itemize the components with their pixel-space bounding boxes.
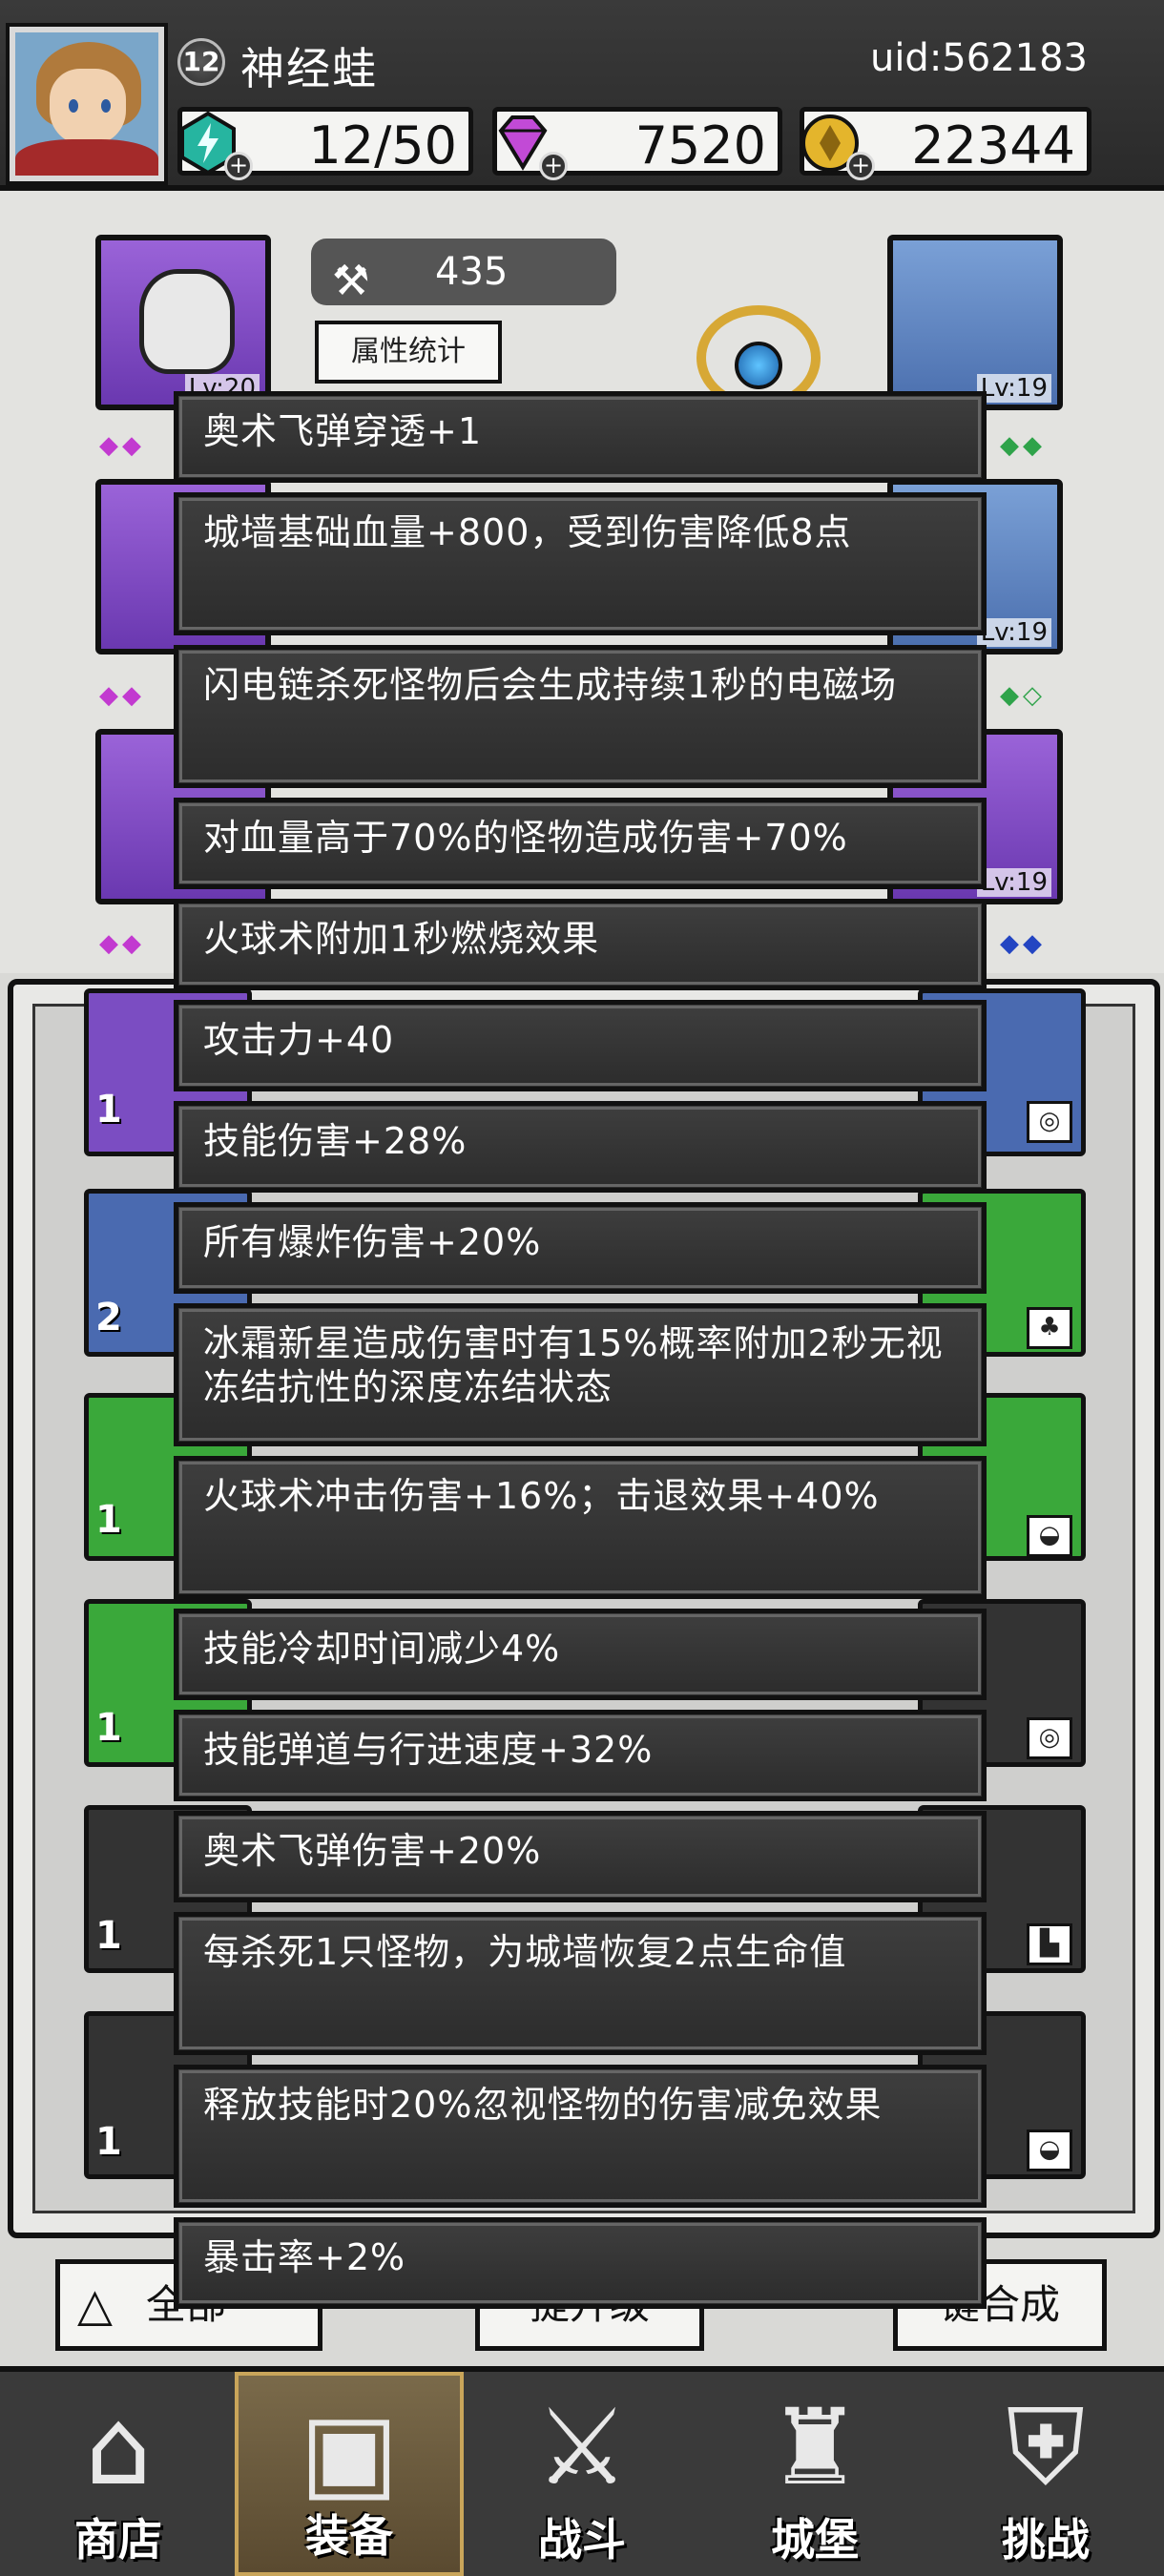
wrench-icon: ⚒ bbox=[332, 257, 370, 305]
tooltip-line: 奥术飞弹伤害+20% bbox=[174, 1811, 987, 1902]
tooltip-line: 闪电链杀死怪物后会生成持续1秒的电磁场 bbox=[174, 645, 987, 788]
item-count: 1 bbox=[95, 2120, 122, 2164]
combat-power-value: 435 bbox=[435, 250, 509, 294]
equip-slot-helmet[interactable]: Lv:20 bbox=[95, 235, 271, 410]
gem-sockets: ◆◆ bbox=[1000, 929, 1046, 958]
top-bar: 12 神经蛙 uid:562183 + 12/50 + 7520 + 22344 bbox=[0, 0, 1164, 191]
add-gems-button[interactable]: + bbox=[539, 152, 568, 180]
tooltip-line: 攻击力+40 bbox=[174, 1000, 987, 1091]
avatar-eye bbox=[101, 99, 111, 113]
armor-type-icon: ♣ bbox=[1027, 1307, 1072, 1349]
slot-level: Lv:19 bbox=[976, 618, 1051, 647]
helmet-icon bbox=[139, 269, 235, 374]
nav-label: 战斗 bbox=[538, 2514, 626, 2566]
backpack-icon: ▣ bbox=[300, 2390, 399, 2512]
item-count: 1 bbox=[95, 1914, 122, 1958]
tooltip-line: 技能弹道与行进速度+32% bbox=[174, 1710, 987, 1801]
ring-type-icon: ◎ bbox=[1027, 1717, 1072, 1759]
nav-castle[interactable]: ♜ 城堡 bbox=[700, 2372, 929, 2576]
player-level-badge: 12 bbox=[177, 38, 225, 86]
gem-sockets: ◆◆ bbox=[99, 929, 145, 958]
gem-sockets: ◆◆ bbox=[99, 431, 145, 460]
gem-counter: + 7520 bbox=[492, 107, 782, 180]
slot-level: Lv:19 bbox=[976, 374, 1051, 403]
tooltip-line: 暴击率+2% bbox=[174, 2217, 987, 2309]
boots-type-icon: ▙ bbox=[1027, 1923, 1072, 1965]
item-count: 2 bbox=[95, 1296, 122, 1340]
item-count: 1 bbox=[95, 1088, 122, 1132]
player-uid: uid:562183 bbox=[869, 36, 1088, 80]
nav-challenge[interactable]: ⛨ 挑战 bbox=[931, 2372, 1160, 2576]
avatar-face bbox=[50, 69, 126, 145]
gem-sockets: ◆◆ bbox=[99, 681, 145, 710]
gem-sockets: ◆◇ bbox=[1000, 681, 1046, 710]
tooltip-line: 每杀死1只怪物，为城墙恢复2点生命值 bbox=[174, 1912, 987, 2055]
shop-icon: ⌂ bbox=[85, 2386, 152, 2508]
energy-counter: + 12/50 bbox=[177, 107, 473, 180]
filter-arrow-icon: △ bbox=[77, 2278, 113, 2332]
tooltip-line: 技能伤害+28% bbox=[174, 1101, 987, 1193]
staff-orb-icon bbox=[735, 342, 782, 389]
tooltip-line: 冰霜新星造成伤害时有15%概率附加2秒无视冻结抗性的深度冻结状态 bbox=[174, 1303, 987, 1446]
swords-icon: ⚔ bbox=[534, 2386, 630, 2508]
add-energy-button[interactable]: + bbox=[224, 152, 253, 180]
nav-battle[interactable]: ⚔ 战斗 bbox=[468, 2372, 696, 2576]
equip-slot-weapon[interactable]: Lv:19 bbox=[887, 235, 1063, 410]
nav-label: 装备 bbox=[305, 2510, 393, 2562]
slot-level: Lv:19 bbox=[976, 868, 1051, 897]
tooltip-line: 释放技能时20%忽视怪物的伤害减免效果 bbox=[174, 2065, 987, 2208]
nav-label: 城堡 bbox=[771, 2514, 859, 2566]
lock-icon: ⛨ bbox=[1006, 2386, 1086, 2508]
player-avatar[interactable] bbox=[6, 23, 168, 185]
player-name: 神经蛙 bbox=[240, 43, 378, 94]
gold-value: 22344 bbox=[911, 115, 1075, 176]
avatar-cloak bbox=[15, 139, 158, 176]
energy-value: 12/50 bbox=[308, 115, 457, 176]
avatar-eye bbox=[69, 99, 78, 113]
tooltip-line: 城墙基础血量+800，受到伤害降低8点 bbox=[174, 492, 987, 635]
tooltip-line: 奥术飞弹穿透+1 bbox=[174, 391, 987, 483]
nav-label: 商店 bbox=[74, 2514, 162, 2566]
tooltip-line: 技能冷却时间减少4% bbox=[174, 1609, 987, 1700]
stats-button[interactable]: 属性统计 bbox=[315, 321, 502, 384]
bottom-nav: ⌂ 商店 ▣ 装备 ⚔ 战斗 ♜ 城堡 ⛨ 挑战 bbox=[0, 2366, 1164, 2576]
helmet-type-icon: ◒ bbox=[1027, 1515, 1072, 1557]
nav-equipment[interactable]: ▣ 装备 bbox=[235, 2372, 464, 2576]
item-count: 1 bbox=[95, 1498, 122, 1542]
tooltip-line: 火球术附加1秒燃烧效果 bbox=[174, 899, 987, 990]
combat-power: ⚒ 435 bbox=[311, 239, 616, 305]
helmet-type-icon: ◒ bbox=[1027, 2129, 1072, 2171]
item-count: 1 bbox=[95, 1706, 122, 1750]
gem-value: 7520 bbox=[634, 115, 766, 176]
nav-label: 挑战 bbox=[1002, 2514, 1090, 2566]
gold-counter: + 22344 bbox=[800, 107, 1091, 180]
ring-type-icon: ◎ bbox=[1027, 1101, 1072, 1143]
tooltip-line: 所有爆炸伤害+20% bbox=[174, 1202, 987, 1294]
castle-icon: ♜ bbox=[767, 2386, 863, 2508]
tooltip-line: 对血量高于70%的怪物造成伤害+70% bbox=[174, 798, 987, 889]
add-gold-button[interactable]: + bbox=[846, 152, 875, 180]
nav-shop[interactable]: ⌂ 商店 bbox=[4, 2372, 233, 2576]
gem-sockets: ◆◆ bbox=[1000, 431, 1046, 460]
tooltip-line: 火球术冲击伤害+16%；击退效果+40% bbox=[174, 1456, 987, 1599]
